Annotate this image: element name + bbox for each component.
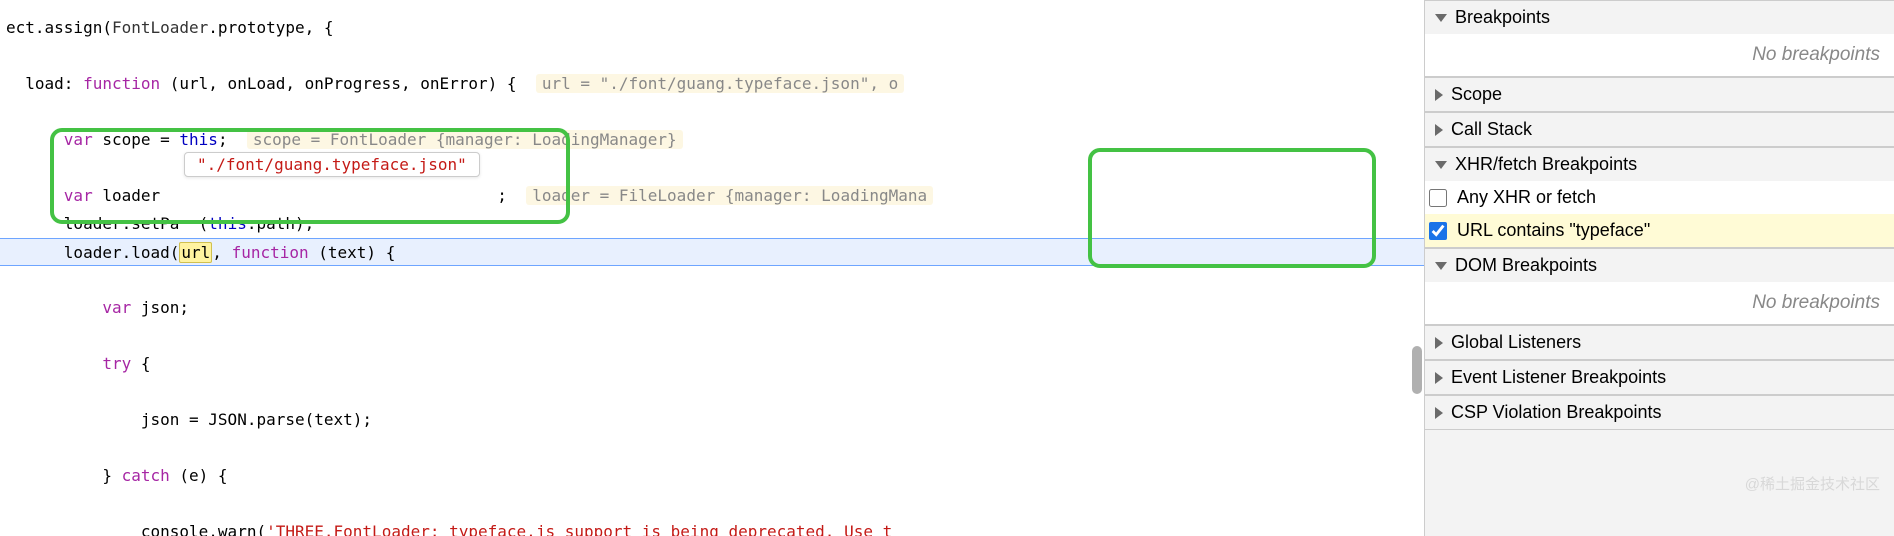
code-line: load: function (url, onLoad, onProgress,… <box>0 70 1424 98</box>
any-xhr-label: Any XHR or fetch <box>1457 187 1596 208</box>
scrollbar-thumb[interactable] <box>1412 346 1422 394</box>
breakpoints-section: Breakpoints No breakpoints <box>1425 0 1894 77</box>
code-line: loader.setPa (this.path); <box>0 210 1424 238</box>
scope-header[interactable]: Scope <box>1425 78 1894 111</box>
section-title: XHR/fetch Breakpoints <box>1455 154 1637 175</box>
global-listeners-section: Global Listeners <box>1425 325 1894 360</box>
csp-violation-bp-header[interactable]: CSP Violation Breakpoints <box>1425 396 1894 429</box>
source-code-editor[interactable]: ect.assign(FontLoader.prototype, { load:… <box>0 0 1424 536</box>
code-line: } catch (e) { <box>0 462 1424 490</box>
section-title: Event Listener Breakpoints <box>1451 367 1666 388</box>
value-tooltip: "./font/guang.typeface.json" <box>184 152 480 177</box>
global-listeners-header[interactable]: Global Listeners <box>1425 326 1894 359</box>
code-line: json = JSON.parse(text); <box>0 406 1424 434</box>
chevron-right-icon <box>1435 407 1443 419</box>
chevron-down-icon <box>1435 14 1447 22</box>
dom-breakpoints-section: DOM Breakpoints No breakpoints <box>1425 248 1894 325</box>
debugger-sidebar: Breakpoints No breakpoints Scope Call St… <box>1424 0 1894 536</box>
inline-hint: url = "./font/guang.typeface.json", o <box>536 74 904 93</box>
xhr-breakpoints-section: XHR/fetch Breakpoints Any XHR or fetch U… <box>1425 147 1894 248</box>
chevron-right-icon <box>1435 89 1443 101</box>
url-contains-checkbox[interactable] <box>1429 222 1447 240</box>
csp-violation-bp-section: CSP Violation Breakpoints <box>1425 395 1894 430</box>
code-line: var loader xxxxxxxxxxxxxxxxxxxxxxxxxxxxx… <box>0 182 1424 210</box>
section-title: CSP Violation Breakpoints <box>1451 402 1661 423</box>
chevron-right-icon <box>1435 372 1443 384</box>
url-contains-label: URL contains "typeface" <box>1457 220 1650 241</box>
section-title: Breakpoints <box>1455 7 1550 28</box>
breakpoints-header[interactable]: Breakpoints <box>1425 1 1894 34</box>
chevron-right-icon <box>1435 337 1443 349</box>
xhr-header[interactable]: XHR/fetch Breakpoints <box>1425 148 1894 181</box>
empty-breakpoints: No breakpoints <box>1425 34 1894 76</box>
variable-url[interactable]: url <box>179 242 212 263</box>
empty-dom-breakpoints: No breakpoints <box>1425 282 1894 324</box>
code-line: var json; <box>0 294 1424 322</box>
callstack-section: Call Stack <box>1425 112 1894 147</box>
section-title: Scope <box>1451 84 1502 105</box>
scope-section: Scope <box>1425 77 1894 112</box>
chevron-down-icon <box>1435 262 1447 270</box>
code-line: console.warn('THREE.FontLoader: typeface… <box>0 518 1424 536</box>
url-contains-row[interactable]: URL contains "typeface" <box>1425 214 1894 247</box>
any-xhr-checkbox[interactable] <box>1429 189 1447 207</box>
chevron-down-icon <box>1435 161 1447 169</box>
dom-bp-header[interactable]: DOM Breakpoints <box>1425 249 1894 282</box>
callstack-header[interactable]: Call Stack <box>1425 113 1894 146</box>
section-title: Global Listeners <box>1451 332 1581 353</box>
code-line: try { <box>0 350 1424 378</box>
section-title: Call Stack <box>1451 119 1532 140</box>
event-listener-bp-header[interactable]: Event Listener Breakpoints <box>1425 361 1894 394</box>
inline-hint: loader = FileLoader {manager: LoadingMan… <box>526 186 933 205</box>
code-line: ect.assign(FontLoader.prototype, { <box>0 14 1424 42</box>
any-xhr-row[interactable]: Any XHR or fetch <box>1425 181 1894 214</box>
code-line: var scope = this; scope = FontLoader {ma… <box>0 126 1424 154</box>
code-line-paused: loader.load(url, function (text) { <box>0 238 1424 266</box>
inline-hint: scope = FontLoader {manager: LoadingMana… <box>247 130 683 149</box>
chevron-right-icon <box>1435 124 1443 136</box>
section-title: DOM Breakpoints <box>1455 255 1597 276</box>
event-listener-bp-section: Event Listener Breakpoints <box>1425 360 1894 395</box>
